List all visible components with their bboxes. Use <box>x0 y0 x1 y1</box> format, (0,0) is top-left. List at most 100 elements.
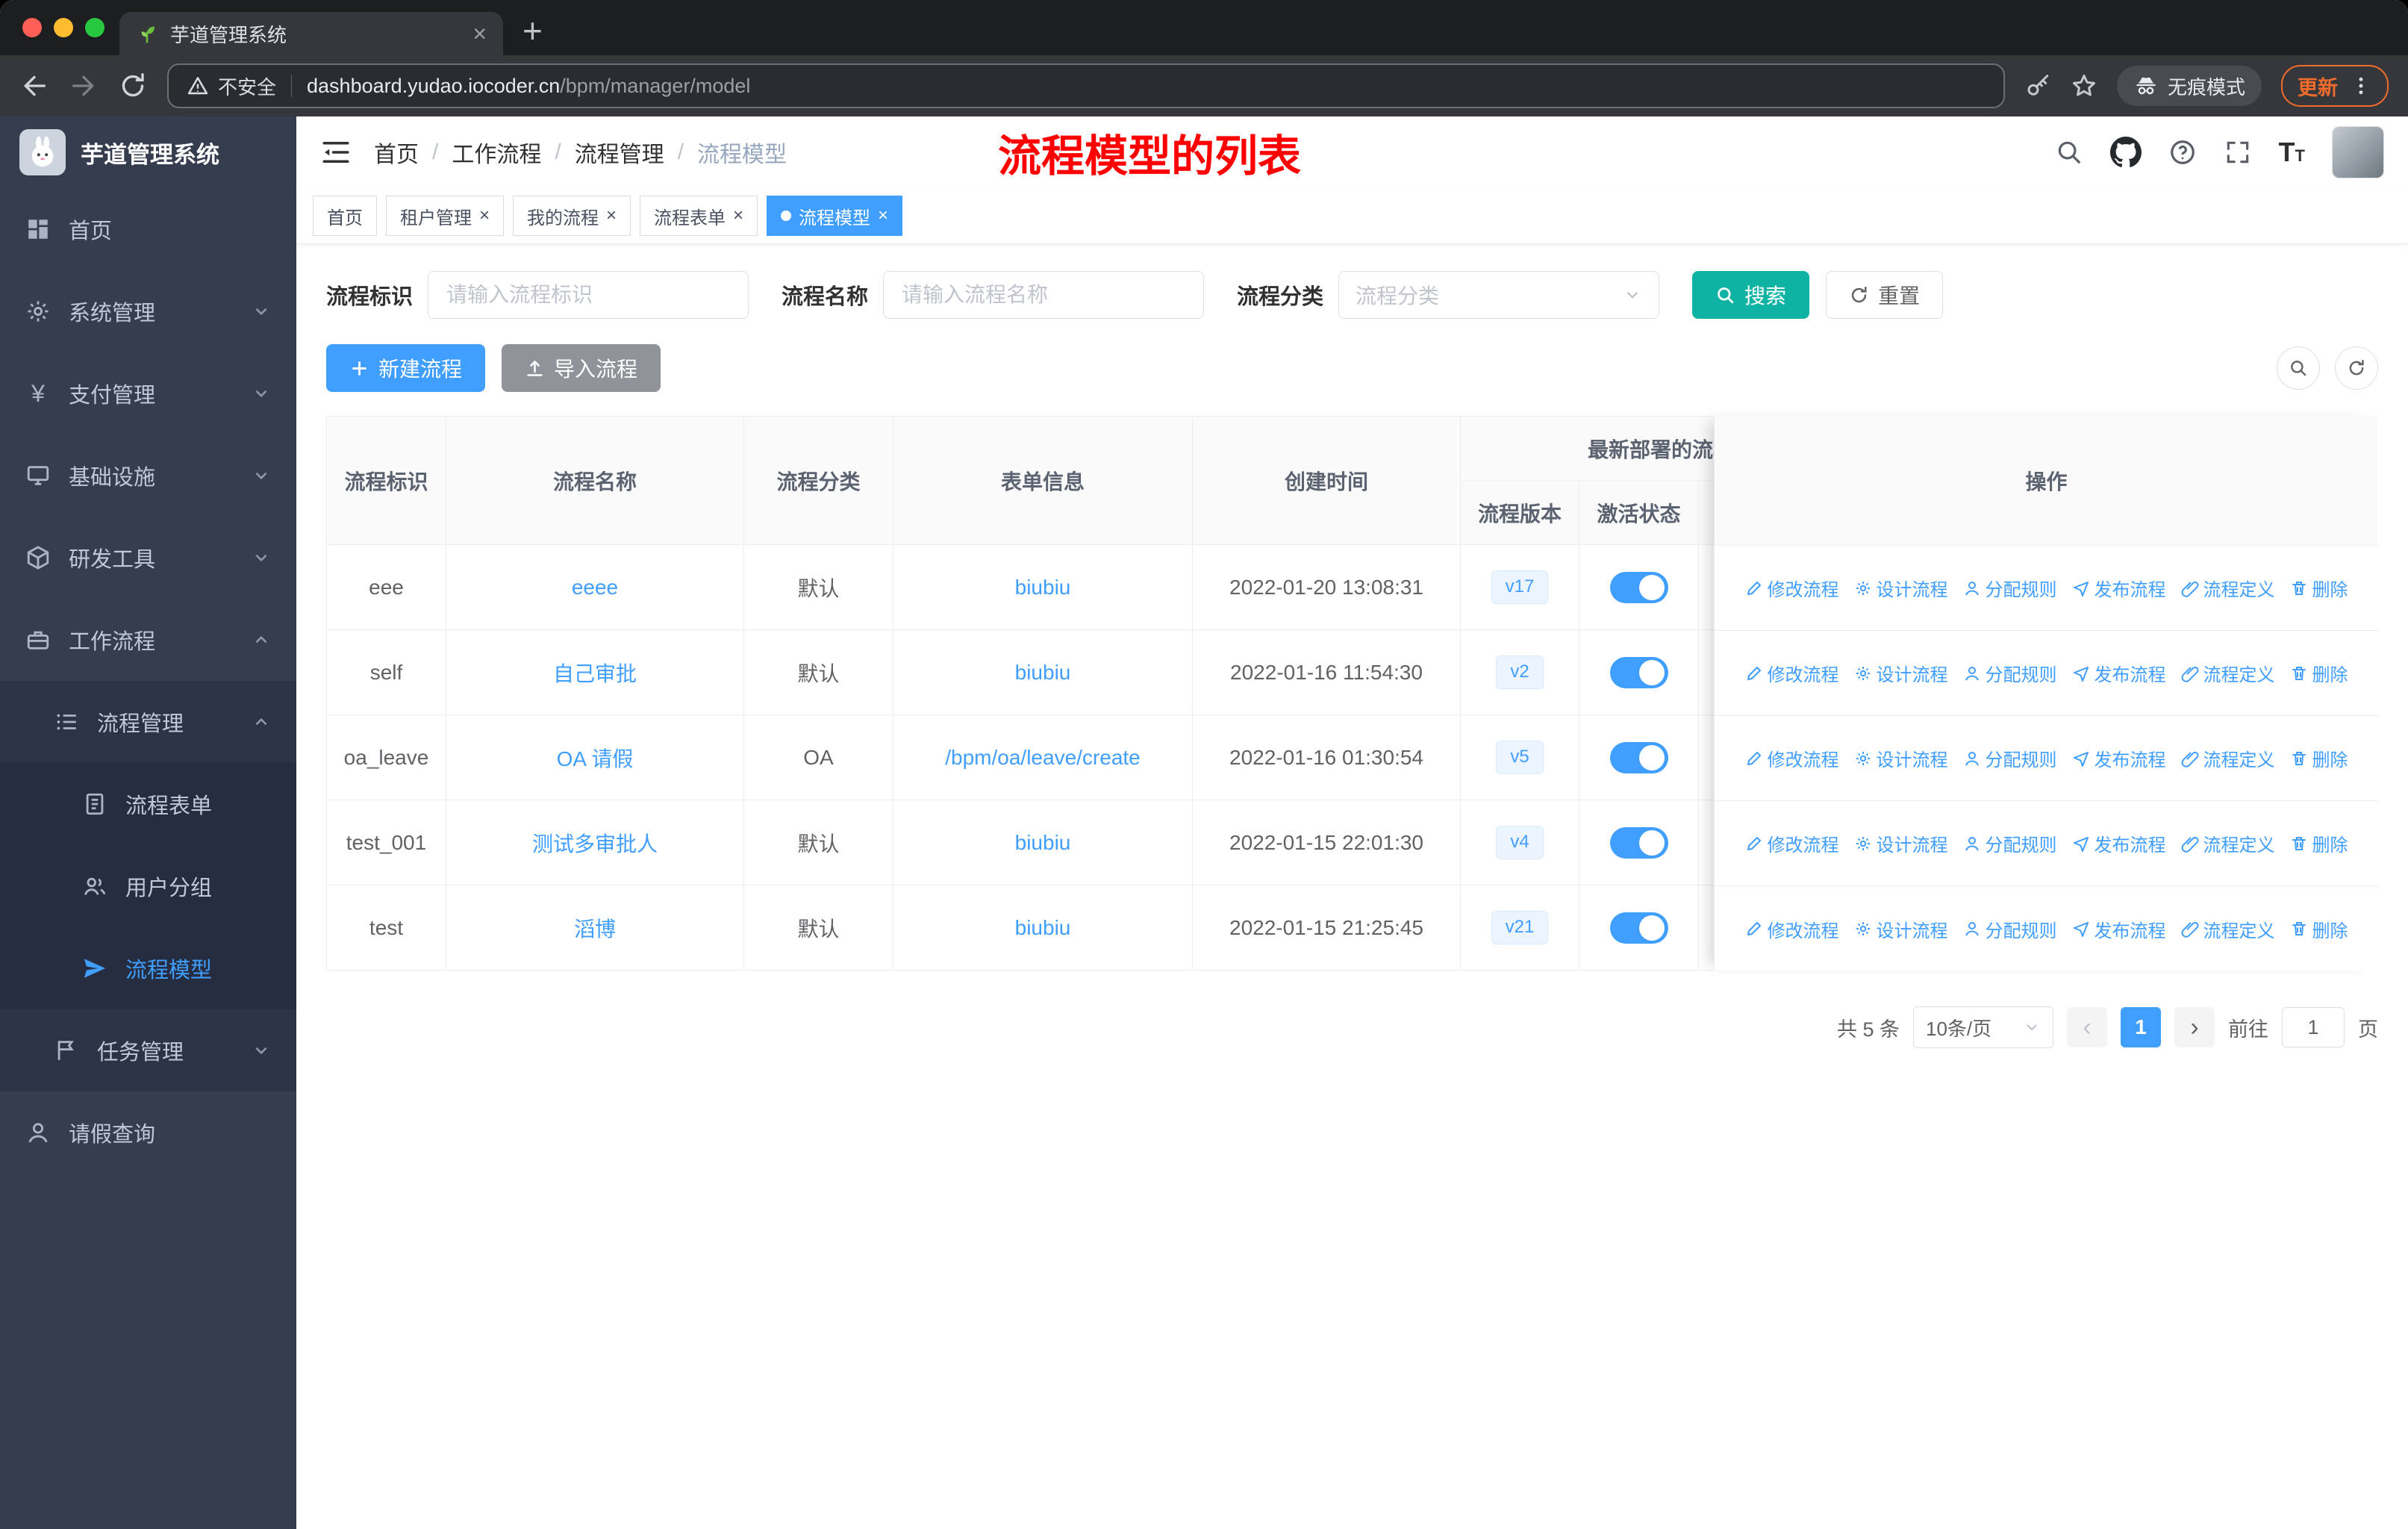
incognito-badge[interactable]: 无痕模式 <box>2116 66 2262 106</box>
form-info-link[interactable]: biubiu <box>1015 576 1071 599</box>
active-toggle[interactable] <box>1609 656 1668 688</box>
reset-button[interactable]: 重置 <box>1826 271 1944 319</box>
publish-process-link[interactable]: 发布流程 <box>2072 916 2166 942</box>
form-info-link[interactable]: /bpm/oa/leave/create <box>945 746 1141 769</box>
bookmark-star-icon[interactable] <box>2071 72 2097 99</box>
address-bar[interactable]: 不安全 dashboard.yudao.iocoder.cn/bpm/manag… <box>167 63 2005 108</box>
back-icon[interactable] <box>19 71 49 101</box>
design-process-link[interactable]: 设计流程 <box>1854 916 1948 942</box>
delete-process-link[interactable]: 删除 <box>2290 745 2348 771</box>
import-process-button[interactable]: 导入流程 <box>502 344 661 392</box>
process-key-field[interactable] <box>428 271 749 319</box>
minimize-window-button[interactable] <box>54 18 73 37</box>
process-definition-link[interactable]: 流程定义 <box>2181 660 2275 686</box>
design-process-link[interactable]: 设计流程 <box>1854 660 1948 686</box>
tag-tenant[interactable]: 租户管理 × <box>386 196 505 236</box>
form-info-link[interactable]: biubiu <box>1015 916 1071 939</box>
tag-close-icon[interactable]: × <box>479 207 490 225</box>
process-name-link[interactable]: OA 请假 <box>557 747 634 770</box>
create-process-button[interactable]: 新建流程 <box>326 344 486 392</box>
update-button[interactable]: 更新 <box>2281 65 2389 107</box>
form-info-link[interactable]: biubiu <box>1015 831 1071 854</box>
active-toggle[interactable] <box>1609 741 1668 773</box>
process-definition-link[interactable]: 流程定义 <box>2181 575 2275 601</box>
process-definition-link[interactable]: 流程定义 <box>2181 830 2275 856</box>
sidebar-item-process-mgmt[interactable]: 流程管理 <box>0 681 296 763</box>
sidebar-item-process-form[interactable]: 流程表单 <box>0 763 296 845</box>
sidebar-item-system[interactable]: 系统管理 <box>0 270 296 352</box>
font-size-icon[interactable]: TT <box>2279 139 2305 166</box>
edit-process-link[interactable]: 修改流程 <box>1745 830 1839 856</box>
tag-close-icon[interactable]: × <box>733 207 743 225</box>
active-toggle[interactable] <box>1609 826 1668 859</box>
edit-process-link[interactable]: 修改流程 <box>1745 575 1839 601</box>
sidebar-item-infra[interactable]: 基础设施 <box>0 435 296 517</box>
zoom-window-button[interactable] <box>85 18 105 37</box>
process-key-input[interactable] <box>445 282 732 308</box>
security-chip[interactable]: 不安全 <box>187 72 276 100</box>
sidebar-item-home[interactable]: 首页 <box>0 188 296 270</box>
sidebar-item-leave-query[interactable]: 请假查询 <box>0 1092 296 1174</box>
publish-process-link[interactable]: 发布流程 <box>2072 660 2166 686</box>
github-icon[interactable] <box>2109 137 2142 168</box>
breadcrumb-item[interactable]: 工作流程 <box>452 136 541 169</box>
tag-close-icon[interactable]: × <box>606 207 617 225</box>
process-name-link[interactable]: 自己审批 <box>553 662 637 685</box>
form-info-link[interactable]: biubiu <box>1015 661 1071 684</box>
publish-process-link[interactable]: 发布流程 <box>2072 575 2166 601</box>
assign-rule-link[interactable]: 分配规则 <box>1963 916 2057 942</box>
delete-process-link[interactable]: 删除 <box>2290 830 2348 856</box>
delete-process-link[interactable]: 删除 <box>2290 916 2348 942</box>
design-process-link[interactable]: 设计流程 <box>1854 745 1948 771</box>
hide-search-button[interactable] <box>2277 346 2320 390</box>
reload-icon[interactable] <box>118 71 148 101</box>
browser-menu-icon[interactable] <box>2350 75 2372 97</box>
tag-my-process[interactable]: 我的流程 × <box>513 196 631 236</box>
process-definition-link[interactable]: 流程定义 <box>2181 745 2275 771</box>
menu-fold-icon[interactable] <box>320 137 352 168</box>
process-name-link[interactable]: 滔博 <box>574 918 616 941</box>
tag-process-form[interactable]: 流程表单 × <box>640 196 758 236</box>
category-select[interactable]: 流程分类 <box>1338 271 1660 319</box>
edit-process-link[interactable]: 修改流程 <box>1745 660 1839 686</box>
active-toggle[interactable] <box>1609 571 1668 603</box>
current-page-button[interactable]: 1 <box>2121 1007 2161 1047</box>
search-icon[interactable] <box>2055 138 2083 166</box>
publish-process-link[interactable]: 发布流程 <box>2072 745 2166 771</box>
help-icon[interactable] <box>2168 138 2197 166</box>
sidebar-item-process-model[interactable]: 流程模型 <box>0 927 296 1009</box>
tag-close-icon[interactable]: × <box>878 207 888 225</box>
delete-process-link[interactable]: 删除 <box>2290 660 2348 686</box>
process-name-input[interactable] <box>900 282 1188 308</box>
prev-page-button[interactable]: ‹ <box>2067 1007 2107 1047</box>
edit-process-link[interactable]: 修改流程 <box>1745 916 1839 942</box>
refresh-table-button[interactable] <box>2335 346 2378 390</box>
design-process-link[interactable]: 设计流程 <box>1854 575 1948 601</box>
sidebar-item-task-mgmt[interactable]: 任务管理 <box>0 1009 296 1092</box>
tag-home[interactable]: 首页 <box>313 196 377 236</box>
browser-tab[interactable]: 芋道管理系统 × <box>119 12 503 55</box>
fullscreen-icon[interactable] <box>2224 138 2252 166</box>
process-name-link[interactable]: eeee <box>572 576 618 599</box>
next-page-button[interactable]: › <box>2174 1007 2215 1047</box>
tab-close-icon[interactable]: × <box>472 22 487 46</box>
breadcrumb-item[interactable]: 首页 <box>374 136 419 169</box>
breadcrumb-item[interactable]: 流程管理 <box>575 136 664 169</box>
sidebar-item-payment[interactable]: ¥ 支付管理 <box>0 352 296 435</box>
goto-page-input[interactable] <box>2282 1007 2345 1047</box>
process-name-link[interactable]: 测试多审批人 <box>532 832 658 856</box>
process-definition-link[interactable]: 流程定义 <box>2181 916 2275 942</box>
user-avatar[interactable] <box>2332 126 2384 178</box>
edit-process-link[interactable]: 修改流程 <box>1745 745 1839 771</box>
forward-icon[interactable] <box>69 71 99 101</box>
assign-rule-link[interactable]: 分配规则 <box>1963 745 2057 771</box>
key-icon[interactable] <box>2024 72 2051 99</box>
new-tab-button[interactable]: + <box>523 13 543 48</box>
sidebar-item-devtools[interactable]: 研发工具 <box>0 517 296 599</box>
page-size-select[interactable]: 10条/页 <box>1913 1006 2053 1048</box>
active-toggle[interactable] <box>1609 912 1668 944</box>
sidebar-item-user-group[interactable]: 用户分组 <box>0 845 296 927</box>
assign-rule-link[interactable]: 分配规则 <box>1963 660 2057 686</box>
process-name-field[interactable] <box>883 271 1205 319</box>
publish-process-link[interactable]: 发布流程 <box>2072 830 2166 856</box>
